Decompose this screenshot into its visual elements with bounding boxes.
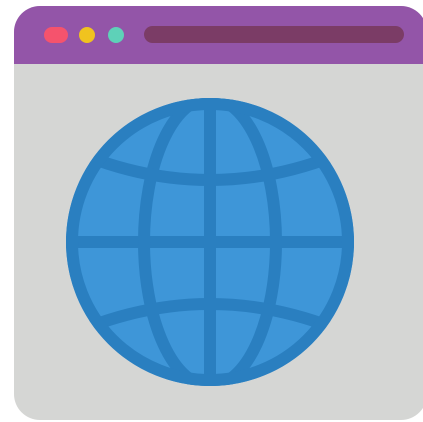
minimize-dot-icon[interactable] [79, 27, 95, 43]
globe-icon [66, 98, 354, 386]
address-bar[interactable] [144, 26, 404, 43]
maximize-dot-icon[interactable] [108, 27, 124, 43]
title-bar [14, 6, 423, 64]
close-dot-icon[interactable] [44, 27, 68, 43]
